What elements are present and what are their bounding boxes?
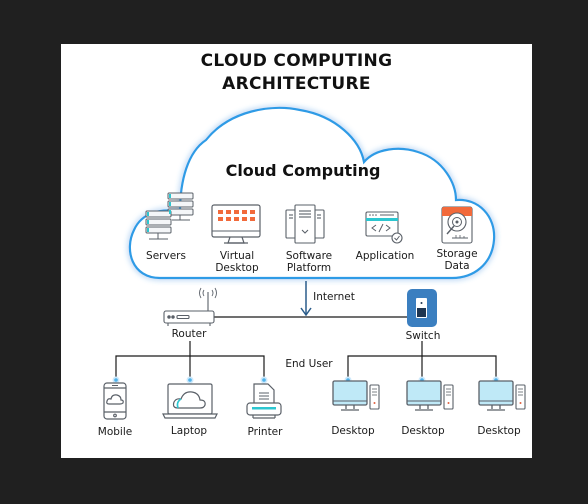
service-label-virtual-desktop: Virtual Desktop xyxy=(215,250,258,274)
label-line: Software xyxy=(285,250,333,262)
internet-arrow xyxy=(300,281,312,317)
router-tree xyxy=(115,341,265,378)
device-label-desktop: Desktop xyxy=(477,425,521,437)
desktop-icon xyxy=(478,380,526,411)
label-line: Application xyxy=(355,250,415,262)
label-line: Data xyxy=(444,260,470,272)
router-icon xyxy=(163,287,217,326)
internet-label: Internet xyxy=(313,291,355,303)
desktop-icon xyxy=(332,380,380,411)
mobile-icon xyxy=(103,382,127,420)
switch-icon xyxy=(407,289,437,327)
cloud-title: Cloud Computing xyxy=(225,161,381,180)
label-line: Platform xyxy=(286,262,332,274)
desktop-icon xyxy=(406,380,454,411)
laptop-icon xyxy=(162,383,218,419)
switch-label: Switch xyxy=(405,330,441,342)
service-label-storage-data: Storage Data xyxy=(436,248,477,272)
label-line: Servers xyxy=(146,250,186,262)
label-line: Desktop xyxy=(215,262,259,274)
service-label-servers: Servers xyxy=(146,250,186,262)
device-label-desktop: Desktop xyxy=(331,425,375,437)
printer-icon xyxy=(246,383,282,419)
device-label-laptop: Laptop xyxy=(170,425,208,437)
switch-tree xyxy=(347,341,497,378)
service-label-application: Application xyxy=(356,250,415,262)
virtual-desktop-icon xyxy=(211,204,261,244)
software-platform-icon xyxy=(285,204,325,244)
device-label-mobile: Mobile xyxy=(97,426,133,438)
label-line: Virtual xyxy=(219,250,255,262)
device-label-desktop: Desktop xyxy=(401,425,445,437)
service-label-software-platform: Software Platform xyxy=(286,250,332,274)
device-label-printer: Printer xyxy=(247,426,283,438)
label-line: Storage xyxy=(436,248,478,260)
storage-data-icon xyxy=(441,206,473,244)
end-user-label: End User xyxy=(285,358,333,370)
router-label: Router xyxy=(171,328,207,340)
